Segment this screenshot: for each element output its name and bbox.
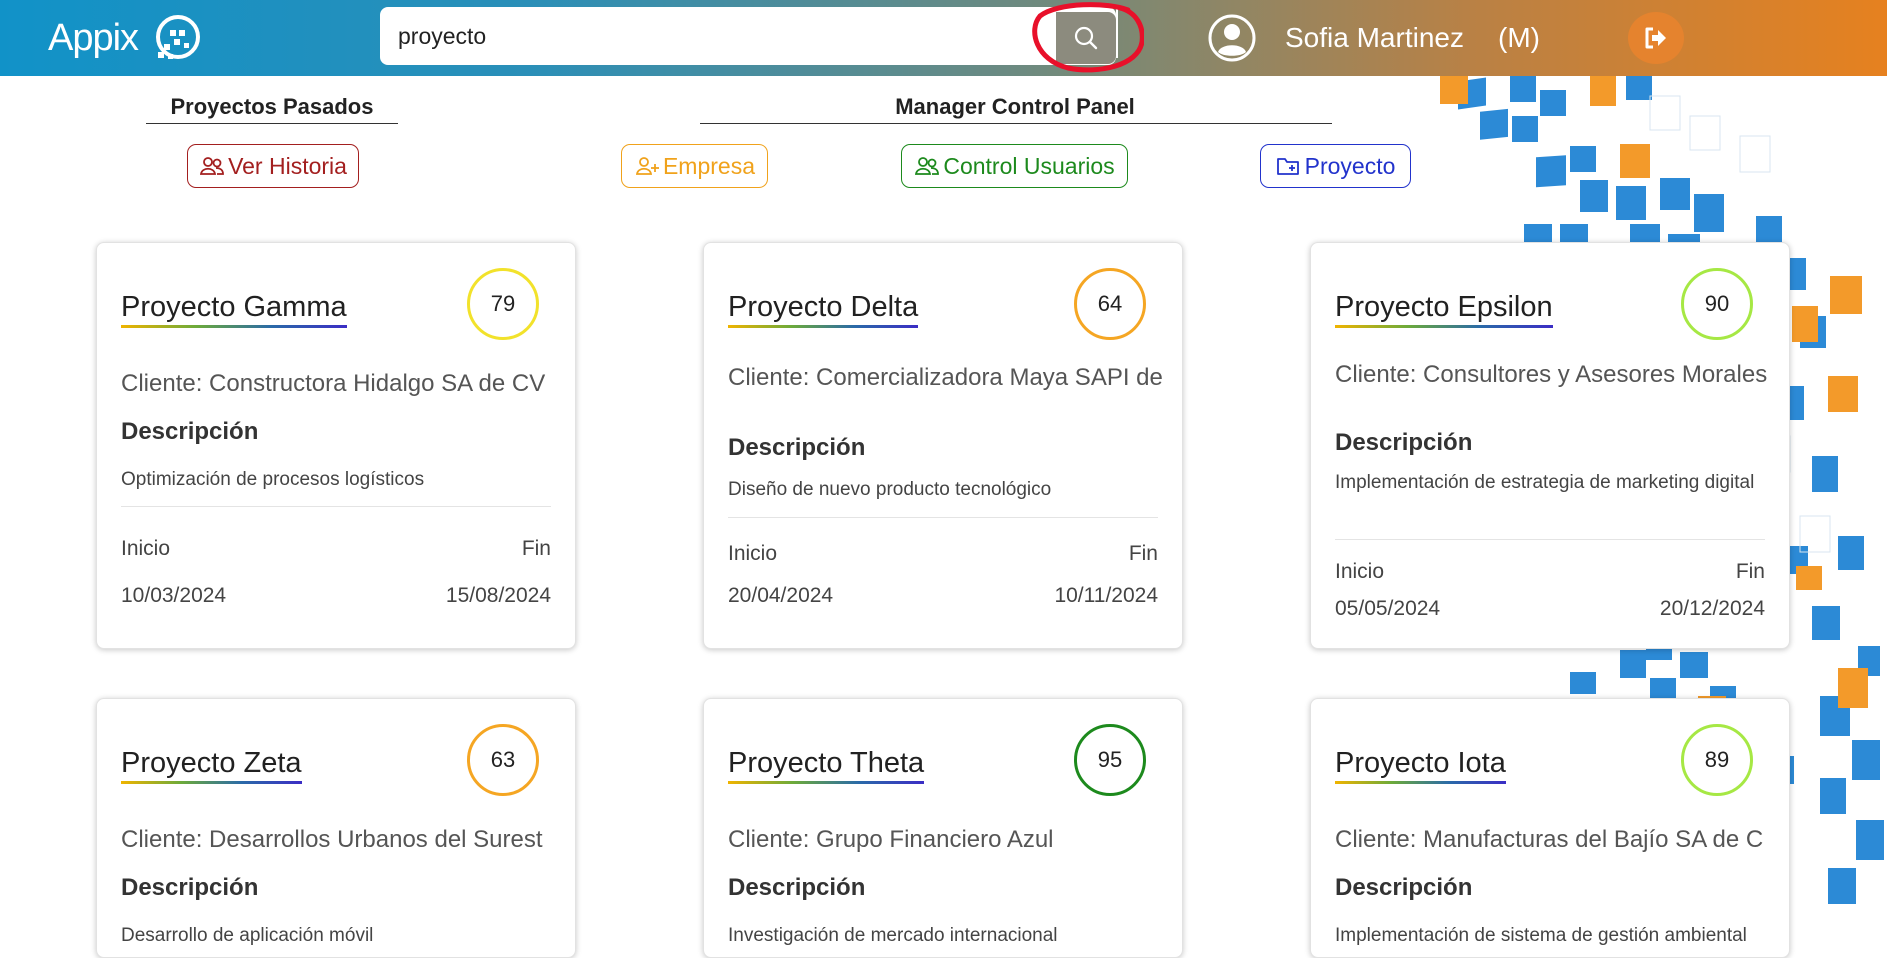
project-title[interactable]: Proyecto Epsilon	[1335, 291, 1553, 328]
start-date: 20/04/2024	[728, 584, 834, 607]
past-projects-title: Proyectos Pasados	[170, 94, 374, 119]
project-card[interactable]: Proyecto Zeta 63 Cliente: Desarrollos Ur…	[96, 698, 576, 958]
project-title-text: Proyecto Theta	[728, 747, 925, 779]
user-avatar-icon[interactable]	[1207, 13, 1257, 63]
user-control-button[interactable]: Control Usuarios	[901, 144, 1128, 188]
users-icon	[200, 157, 224, 175]
manager-panel-title: Manager Control Panel	[895, 94, 1135, 119]
project-title[interactable]: Proyecto Iota	[1335, 747, 1506, 784]
start-date: 05/05/2024	[1335, 597, 1441, 620]
add-user-icon	[635, 157, 659, 175]
add-company-button[interactable]: Empresa	[621, 144, 768, 188]
user-role: (M)	[1498, 22, 1540, 53]
description-heading: Descripción	[1335, 874, 1473, 901]
card-divider	[121, 506, 551, 507]
logout-button[interactable]	[1628, 12, 1684, 64]
search-button-edge	[1116, 8, 1118, 58]
end-label: Fin	[1735, 560, 1765, 583]
title-underline	[1335, 781, 1506, 784]
history-button-label: Ver Historia	[228, 152, 347, 179]
score-badge: 63	[467, 724, 539, 796]
start-date: 10/03/2024	[121, 584, 227, 607]
description-heading: Descripción	[728, 874, 866, 901]
app-logo[interactable]: Appix	[48, 10, 204, 66]
search-input[interactable]	[380, 7, 1034, 65]
project-title[interactable]: Proyecto Theta	[728, 747, 925, 784]
start-label: Inicio	[121, 537, 171, 560]
project-description: Desarrollo de aplicación móvil	[121, 925, 374, 946]
logo-mark-icon	[156, 15, 201, 59]
project-description: Optimización de procesos logísticos	[121, 469, 425, 490]
logo-text: Appix	[48, 16, 139, 59]
end-label: Fin	[521, 537, 551, 560]
project-title[interactable]: Proyecto Delta	[728, 291, 919, 328]
start-label: Inicio	[728, 542, 778, 565]
project-client: Cliente: Desarrollos Urbanos del Surest	[121, 826, 543, 853]
description-heading: Descripción	[728, 434, 866, 461]
new-project-button[interactable]: Proyecto	[1260, 144, 1411, 188]
manager-panel-underline	[700, 123, 1332, 124]
search-icon	[1074, 26, 1098, 50]
description-heading: Descripción	[1335, 429, 1473, 456]
user-name: Sofia Martinez	[1285, 22, 1464, 53]
score-badge: 79	[467, 268, 539, 340]
logout-icon	[1645, 27, 1666, 49]
user-control-button-label: Control Usuarios	[943, 152, 1115, 179]
score-badge: 64	[1074, 268, 1146, 340]
title-underline	[728, 325, 919, 328]
project-title-text: Proyecto Zeta	[121, 747, 302, 779]
project-title[interactable]: Proyecto Zeta	[121, 747, 302, 784]
users-icon	[915, 157, 940, 175]
project-title-text: Proyecto Iota	[1335, 747, 1506, 779]
search-box	[380, 7, 1116, 65]
project-card[interactable]: Proyecto Epsilon 90 Cliente: Consultores…	[1310, 242, 1790, 649]
new-project-button-label: Proyecto	[1304, 152, 1396, 179]
title-underline	[1335, 325, 1553, 328]
past-projects-underline	[146, 123, 398, 124]
project-description: Diseño de nuevo producto tecnológico	[728, 479, 1052, 500]
title-underline	[121, 781, 302, 784]
card-divider	[1335, 539, 1765, 540]
project-card[interactable]: Proyecto Theta 95 Cliente: Grupo Financi…	[703, 698, 1183, 958]
project-title[interactable]: Proyecto Gamma	[121, 291, 347, 328]
description-heading: Descripción	[121, 874, 259, 901]
project-client: Cliente: Consultores y Asesores Morales	[1335, 361, 1768, 388]
project-title-text: Proyecto Delta	[728, 291, 919, 323]
project-description: Implementación de sistema de gestión amb…	[1335, 925, 1747, 946]
project-title-text: Proyecto Epsilon	[1335, 291, 1553, 323]
end-date: 20/12/2024	[1659, 597, 1765, 620]
card-divider	[728, 517, 1158, 518]
end-label: Fin	[1128, 542, 1158, 565]
search-button[interactable]	[1056, 12, 1116, 64]
project-card[interactable]: Proyecto Iota 89 Cliente: Manufacturas d…	[1310, 698, 1790, 958]
project-card[interactable]: Proyecto Delta 64 Cliente: Comercializad…	[703, 242, 1183, 649]
project-description: Implementación de estrategia de marketin…	[1335, 472, 1755, 493]
add-company-button-label: Empresa	[662, 152, 756, 179]
project-card[interactable]: Proyecto Gamma 79 Cliente: Constructora …	[96, 242, 576, 649]
description-heading: Descripción	[121, 418, 259, 445]
title-underline	[121, 325, 347, 328]
project-client: Cliente: Grupo Financiero Azul	[728, 826, 1054, 853]
project-description: Investigación de mercado internacional	[728, 925, 1058, 946]
project-title-text: Proyecto Gamma	[121, 291, 347, 323]
score-badge: 90	[1681, 268, 1753, 340]
start-label: Inicio	[1335, 560, 1385, 583]
end-date: 15/08/2024	[445, 584, 551, 607]
title-underline	[728, 781, 925, 784]
project-client: Cliente: Manufacturas del Bajío SA de C	[1335, 826, 1764, 853]
project-client: Cliente: Comercializadora Maya SAPI de	[728, 364, 1163, 391]
score-badge: 95	[1074, 724, 1146, 796]
project-client: Cliente: Constructora Hidalgo SA de CV	[121, 370, 546, 397]
end-date: 10/11/2024	[1054, 584, 1158, 607]
score-badge: 89	[1681, 724, 1753, 796]
folder-plus-icon	[1276, 158, 1299, 175]
history-button[interactable]: Ver Historia	[187, 144, 359, 188]
